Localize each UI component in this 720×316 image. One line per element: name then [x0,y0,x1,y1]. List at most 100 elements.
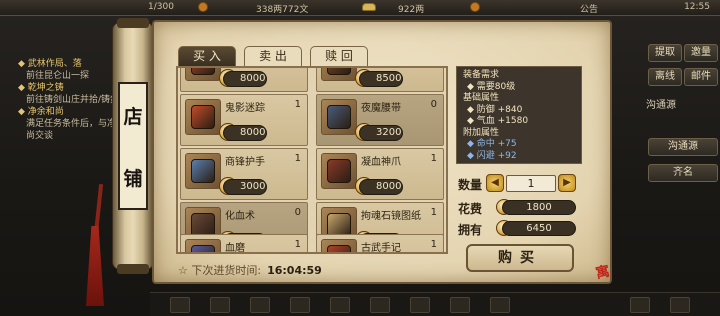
item-name: 血磨 [225,243,245,254]
restock-time: 16:04:59 [267,264,322,277]
item-count: 1 [294,153,301,164]
roller-top-cap [117,18,149,28]
item-count: 1 [294,239,301,250]
toolbar-slot[interactable] [630,297,650,313]
item-count: 1 [430,239,437,250]
item-name: 拘魂石镜图纸 [361,211,421,222]
increase-quantity-button[interactable]: ▶ [558,174,576,192]
restock-label: ☆ 下次进货时间: [178,264,262,277]
money-readout: 338两772文 [256,5,309,15]
shop-item[interactable]: 币 8000 [180,68,308,92]
item-name: 化血术 [225,211,255,222]
friend-button[interactable]: 邀量 [684,44,718,62]
roller-bottom-cap [117,264,149,274]
base-attr-header: 基础属性 [463,93,500,103]
toolbar-slot[interactable] [170,297,190,313]
toolbar-slot[interactable] [290,297,310,313]
top-status-bar: 1/300 338两772文 922两 公告 12:55 [0,0,720,16]
item-icon [321,239,357,252]
fame-button[interactable]: 齐名 [648,164,718,182]
tab-sell[interactable]: 卖 出 [244,46,302,66]
requirement-header: 装备需求 [463,70,500,80]
base-attr: ◆ 气血 +1580 [467,116,529,126]
item-price: 8000 [359,179,403,195]
item-glyph [327,159,351,183]
item-icon [185,239,221,252]
item-icon [185,99,221,135]
item-name: 凝血神爪 [361,157,401,168]
item-glyph [191,68,215,75]
item-glyph [327,245,351,252]
ingot-icon [362,2,376,12]
add-ingot-icon[interactable] [470,2,480,13]
item-price: 8500 [359,71,403,87]
toolbar-slot[interactable] [450,297,470,313]
item-count: 0 [294,207,301,218]
notice-button[interactable]: 公告 [580,2,598,15]
shop-item[interactable]: 凝血神爪 1 币 8000 [316,148,444,200]
ingot-readout: 922两 [398,5,425,15]
item-icon [321,99,357,135]
toolbar-slot[interactable] [490,297,510,313]
toolbar-slot[interactable] [670,297,690,313]
restock-timer: ☆ 下次进货时间: 16:04:59 [178,262,322,278]
toolbar-slot[interactable] [250,297,270,313]
owned-value: 6450 [502,221,576,236]
rank-button[interactable]: 离线 [648,68,682,86]
item-icon [185,68,221,81]
item-price: 3000 [223,179,267,195]
extra-attr-header: 附加属性 [463,127,500,138]
tab-buy[interactable]: 买 入 [178,46,236,66]
shop-item[interactable]: 血磨 1 [180,234,308,254]
channel-label: 沟通源 [646,100,676,111]
item-name: 夜魔腰带 [361,103,401,114]
item-icon [321,68,357,81]
item-count: 1 [430,153,437,164]
mail-button[interactable]: 邮件 [684,68,718,86]
item-glyph [191,159,215,183]
item-price: 8000 [223,71,267,87]
toolbar-slot[interactable] [210,297,230,313]
shop-item[interactable]: 夜魔腰带 0 币 3200 [316,94,444,146]
item-glyph [191,105,215,129]
item-price: 8000 [223,125,267,141]
toolbar-slot[interactable] [370,297,390,313]
cost-label: 花费 [458,202,483,216]
shop-plaque: 店 铺 [118,82,148,210]
item-count: 0 [430,99,437,110]
plaque-char: 店 [123,105,143,128]
buy-button[interactable]: 购买 [466,244,574,272]
item-name: 鬼影迷踪 [225,103,265,114]
shop-item[interactable]: 币 8500 [316,68,444,92]
shop-item[interactable]: 鬼影迷踪 1 币 8000 [180,94,308,146]
owned-label: 拥有 [458,223,483,237]
item-count: 1 [294,99,301,110]
base-attr: ◆ 防御 +840 [467,104,523,115]
item-list[interactable]: 币 8000 币 8500 鬼影迷踪 1 币 8000 夜魔腰带 0 币 320… [176,66,448,254]
plaque-char: 铺 [123,167,143,190]
item-glyph [327,105,351,129]
decrease-quantity-button[interactable]: ◀ [486,174,504,192]
bottom-toolbar [150,292,720,316]
channel-button[interactable]: 沟通源 [648,138,718,156]
item-icon [321,153,357,189]
shop-item[interactable]: 商锋护手 1 币 3000 [180,148,308,200]
item-glyph [327,68,351,75]
toolbar-slot[interactable] [410,297,430,313]
cost-value: 1800 [502,200,576,215]
extra-attr: ◆ 闪避 +92 [467,150,517,161]
clock: 12:55 [684,2,710,12]
item-count: 1 [430,207,437,218]
tab-redeem[interactable]: 赎 回 [310,46,368,66]
item-icon [185,153,221,189]
add-stamina-icon[interactable] [198,2,208,13]
invite-button[interactable]: 提取 [648,44,682,62]
item-price: 3200 [359,125,403,141]
toolbar-slot[interactable] [330,297,350,313]
quantity-input[interactable]: 1 [506,175,556,192]
item-glyph [191,245,215,252]
quantity-label: 数量 [458,178,483,192]
shop-item[interactable]: 古武手记 1 [316,234,444,252]
stamina-readout: 1/300 [148,2,174,12]
item-detail-panel: 装备需求 ◆ 需要80级 基础属性 ◆ 防御 +840 ◆ 气血 +1580 附… [456,66,582,164]
